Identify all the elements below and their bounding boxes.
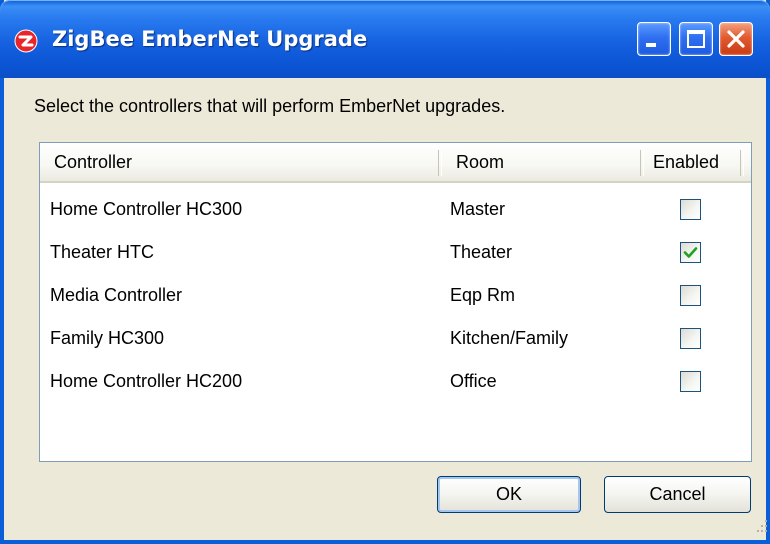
maximize-button[interactable] [679,22,713,56]
enabled-checkbox[interactable] [680,328,701,349]
controllers-list[interactable]: Controller Room Enabled Home Controller … [39,142,752,462]
column-divider[interactable] [438,150,442,176]
list-row[interactable]: Media Controller Eqp Rm [40,274,751,317]
room-name: Theater [450,242,513,262]
minimize-icon [646,43,656,47]
controller-name: Theater HTC [50,242,155,262]
controller-name: Home Controller HC300 [50,199,243,219]
window-title: ZigBee EmberNet Upgrade [52,27,368,51]
resize-grip-icon[interactable] [752,516,770,538]
ok-button[interactable]: OK [437,476,581,513]
enabled-checkbox[interactable] [680,285,701,306]
column-header-controller[interactable]: Controller [54,143,132,181]
column-divider[interactable] [740,150,744,176]
close-icon [727,30,745,48]
list-header: Controller Room Enabled [40,143,751,183]
column-header-enabled[interactable]: Enabled [653,143,719,181]
controller-name: Home Controller HC200 [50,371,243,391]
list-row[interactable]: Theater HTC Theater [40,231,751,274]
room-name: Master [450,199,506,219]
list-row[interactable]: Family HC300 Kitchen/Family [40,317,751,360]
minimize-button[interactable] [637,22,671,56]
instruction-text: Select the controllers that will perform… [34,96,506,116]
column-divider[interactable] [640,150,644,176]
list-row[interactable]: Home Controller HC200 Office [40,360,751,403]
room-name: Office [450,371,497,391]
dialog-window: ZigBee EmberNet Upgrade Select the contr… [0,0,770,544]
controller-name: Family HC300 [50,328,165,348]
enabled-checkbox[interactable] [680,371,701,392]
zigbee-logo-icon [14,29,38,53]
enabled-checkbox[interactable] [680,199,701,220]
room-name: Kitchen/Family [450,328,569,348]
list-row[interactable]: Home Controller HC300 Master [40,188,751,231]
checkmark-icon [683,247,698,258]
column-header-room[interactable]: Room [456,143,504,181]
enabled-checkbox[interactable] [680,242,701,263]
room-name: Eqp Rm [450,285,516,305]
close-button[interactable] [719,22,753,56]
controller-name: Media Controller [50,285,183,305]
maximize-icon [687,30,705,48]
cancel-button[interactable]: Cancel [604,476,751,513]
title-bar[interactable]: ZigBee EmberNet Upgrade [0,0,770,78]
